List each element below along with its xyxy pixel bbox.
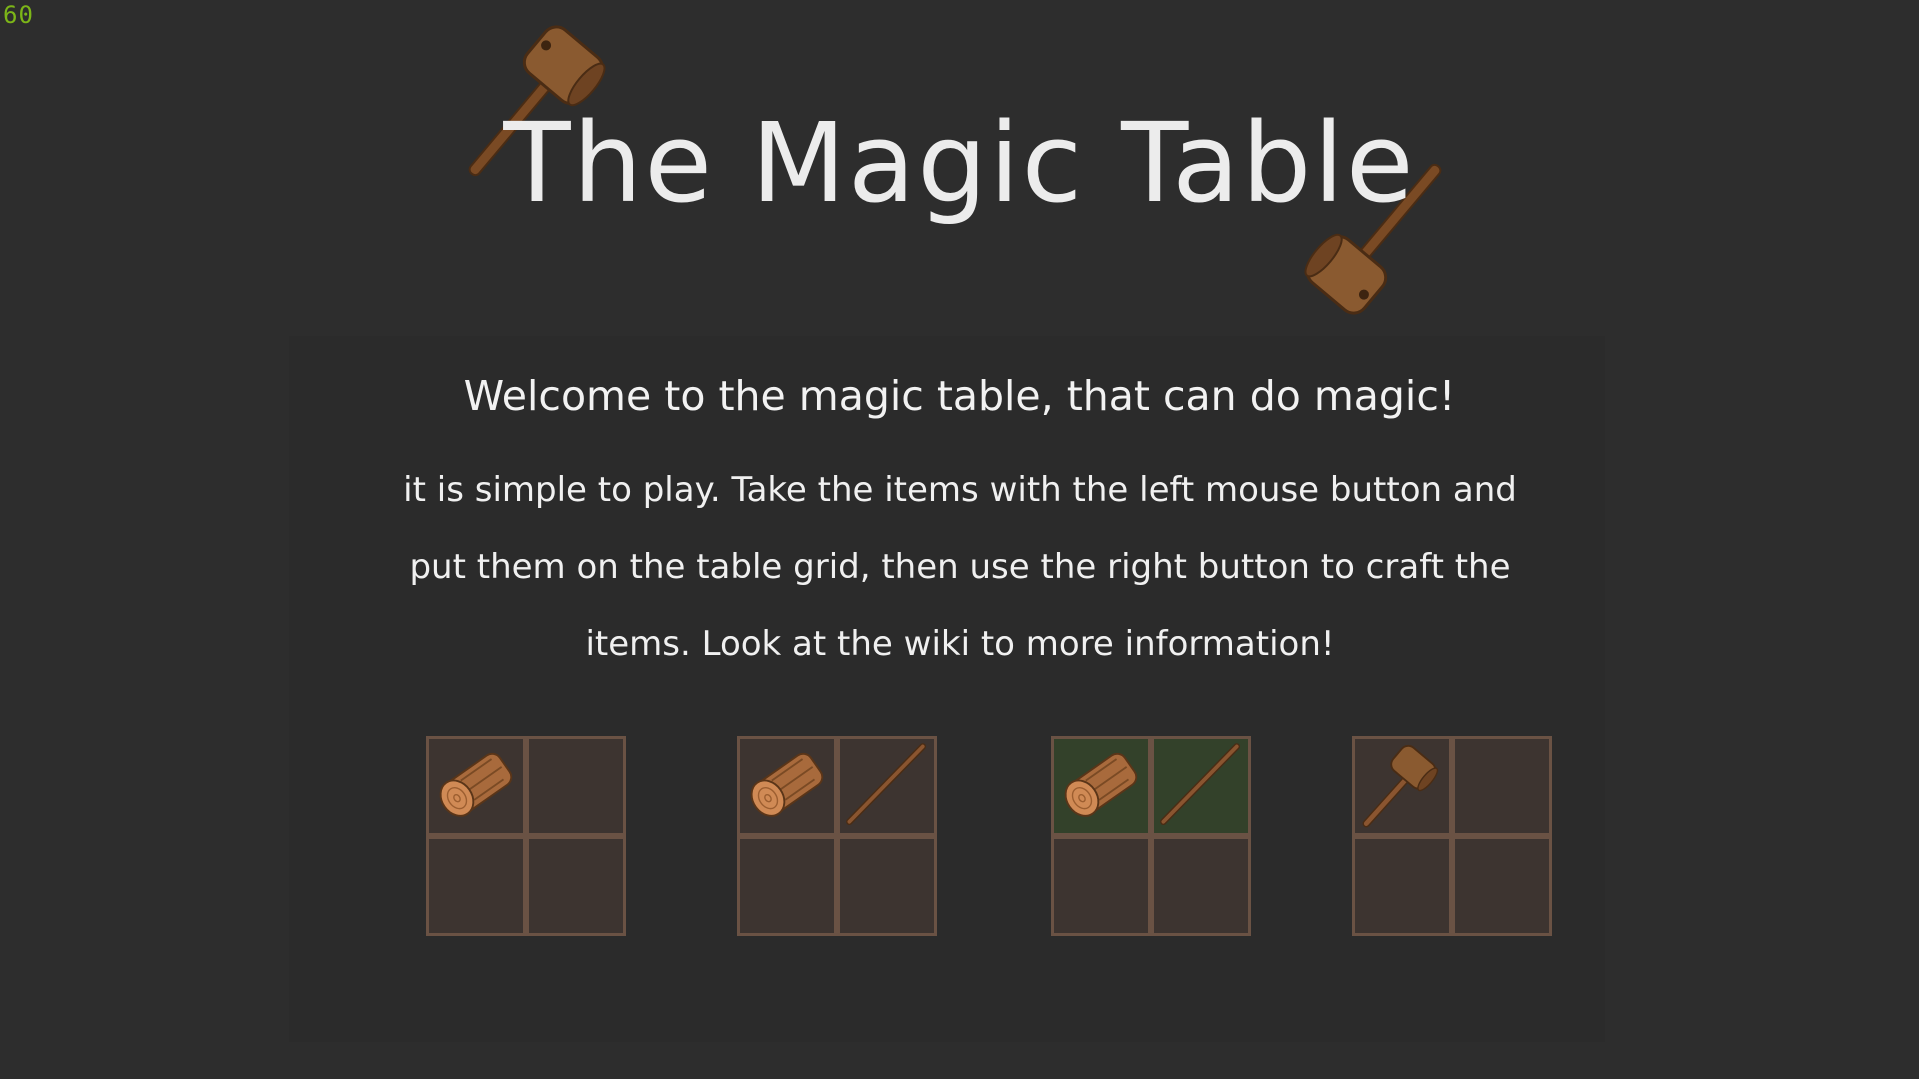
crafting-grid-1 — [426, 736, 626, 936]
grid-cell — [529, 739, 623, 833]
grid-cell — [740, 839, 834, 933]
grid-cell — [1355, 839, 1449, 933]
crafting-grid-3 — [1051, 736, 1251, 936]
hammer-icon — [1362, 744, 1439, 828]
crafting-grid-4 — [1352, 736, 1552, 936]
grid-cell — [1154, 839, 1248, 933]
grid-cell — [1154, 739, 1248, 833]
grid-cell — [1054, 839, 1148, 933]
fps-counter: 60 — [3, 1, 34, 29]
grid-cell — [840, 739, 934, 833]
welcome-heading: Welcome to the magic table, that can do … — [463, 372, 1456, 420]
page-title: The Magic Table — [503, 99, 1416, 227]
grid-cell — [840, 839, 934, 933]
crafting-grid-2 — [737, 736, 937, 936]
tutorial-panel — [289, 336, 1605, 1042]
log-icon — [1064, 752, 1138, 817]
stick-icon — [846, 743, 927, 826]
game-screen: 60 The Magic Table Welcome to the magic … — [0, 0, 1919, 1079]
grid-cell — [1355, 739, 1449, 833]
grid-cell — [740, 739, 834, 833]
grid-cell — [1455, 739, 1549, 833]
grid-cell — [1054, 739, 1148, 833]
stick-icon — [1160, 743, 1241, 826]
grid-cell — [429, 839, 523, 933]
log-icon — [750, 752, 824, 817]
log-icon — [439, 752, 513, 817]
grid-cell — [429, 739, 523, 833]
grid-cell — [1455, 839, 1549, 933]
grid-cell — [529, 839, 623, 933]
instructions-text: it is simple to play. Take the items wit… — [403, 470, 1517, 664]
